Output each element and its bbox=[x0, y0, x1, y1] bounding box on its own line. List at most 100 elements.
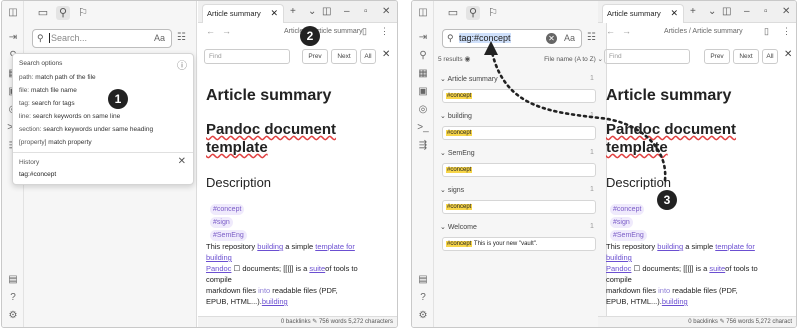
bookmark-icon[interactable]: ◎ bbox=[416, 103, 430, 117]
match-case-button[interactable]: Aa bbox=[564, 30, 575, 47]
daily-note-icon[interactable]: ▣ bbox=[416, 85, 430, 99]
option-property[interactable]: [property] match property bbox=[19, 139, 92, 146]
close-window-icon[interactable]: ✕ bbox=[382, 5, 390, 19]
settings-icon[interactable]: ⚙ bbox=[6, 309, 20, 323]
bookmarks-icon[interactable]: ⚐ bbox=[76, 6, 90, 20]
result-snippet[interactable]: #concept This is your new "vault". bbox=[442, 237, 596, 251]
find-all-button[interactable]: All bbox=[360, 49, 376, 64]
link[interactable]: template for bbox=[715, 242, 755, 251]
sort-dropdown[interactable]: File name (A to Z) ⌄ bbox=[544, 55, 603, 63]
link[interactable]: into bbox=[658, 286, 670, 295]
tab-article-summary[interactable]: Article summary ✕ bbox=[602, 4, 684, 23]
canvas-icon[interactable]: ▦ bbox=[416, 67, 430, 81]
match-case-button[interactable]: Aa bbox=[154, 30, 165, 47]
tag-concept[interactable]: #concept bbox=[210, 204, 245, 215]
graph-icon[interactable]: ⚲ bbox=[416, 49, 430, 63]
files-icon[interactable]: ▭ bbox=[446, 6, 460, 20]
template-icon[interactable]: ⇶ bbox=[416, 139, 430, 153]
find-prev-button[interactable]: Prev bbox=[704, 49, 730, 64]
option-line[interactable]: line: search keywords on same line bbox=[19, 113, 120, 120]
link[interactable]: building bbox=[262, 297, 288, 306]
link[interactable]: suite bbox=[709, 264, 725, 273]
reading-view-icon[interactable]: ▯ bbox=[764, 26, 769, 37]
clear-history-icon[interactable]: ✕ bbox=[178, 156, 186, 167]
settings-icon[interactable]: ⚙ bbox=[416, 309, 430, 323]
tag-semeng[interactable]: #SemEng bbox=[210, 230, 247, 241]
bookmarks-icon[interactable]: ⚐ bbox=[486, 6, 500, 20]
result-group[interactable]: ⌄ SemEng 1 bbox=[440, 149, 600, 157]
maximize-icon[interactable]: ▫ bbox=[364, 5, 368, 19]
vault-icon[interactable]: ▤ bbox=[416, 273, 430, 287]
new-tab-icon[interactable]: + bbox=[690, 5, 696, 19]
new-tab-icon[interactable]: + bbox=[290, 5, 296, 19]
result-group[interactable]: ⌄ Welcome 1 bbox=[440, 223, 600, 231]
close-find-icon[interactable]: ✕ bbox=[382, 49, 390, 60]
minimize-icon[interactable]: – bbox=[344, 5, 350, 19]
find-input[interactable]: Find bbox=[204, 49, 290, 64]
breadcrumb[interactable]: Articles / Article summary bbox=[284, 28, 363, 35]
link[interactable]: building bbox=[257, 242, 283, 251]
history-item[interactable]: tag:#concept bbox=[19, 171, 56, 178]
result-snippet[interactable]: #concept bbox=[442, 163, 596, 177]
tab-article-summary[interactable]: Article summary ✕ bbox=[202, 4, 284, 23]
search-icon[interactable]: ⚲ bbox=[56, 6, 70, 20]
maximize-icon[interactable]: ▫ bbox=[764, 5, 768, 19]
link[interactable]: building bbox=[606, 253, 632, 262]
option-section[interactable]: section: search keywords under same head… bbox=[19, 126, 153, 133]
help-icon[interactable]: ? bbox=[416, 291, 430, 305]
find-next-button[interactable]: Next bbox=[331, 49, 357, 64]
link[interactable]: into bbox=[258, 286, 270, 295]
sidebar-right-icon[interactable]: ◫ bbox=[722, 5, 731, 19]
open-quick-switcher-icon[interactable]: ⇥ bbox=[6, 31, 20, 45]
more-options-icon[interactable]: ⋮ bbox=[380, 26, 389, 37]
option-path[interactable]: path: match path of the file bbox=[19, 74, 96, 81]
open-quick-switcher-icon[interactable]: ⇥ bbox=[416, 31, 430, 45]
tag-sign[interactable]: #sign bbox=[610, 217, 633, 228]
more-options-icon[interactable]: ⋮ bbox=[782, 26, 791, 37]
help-icon[interactable]: ? bbox=[6, 291, 20, 305]
sidebar-toggle-icon[interactable]: ◫ bbox=[6, 6, 20, 20]
find-input[interactable]: Find bbox=[604, 49, 690, 64]
back-icon[interactable]: ← bbox=[206, 26, 215, 36]
link[interactable]: building bbox=[206, 253, 232, 262]
sidebar-right-icon[interactable]: ◫ bbox=[322, 5, 331, 19]
tag-sign[interactable]: #sign bbox=[210, 217, 233, 228]
files-icon[interactable]: ▭ bbox=[36, 6, 50, 20]
command-icon[interactable]: >_ bbox=[416, 121, 430, 135]
result-snippet[interactable]: #concept bbox=[442, 89, 596, 103]
link[interactable]: Pandoc bbox=[606, 264, 631, 273]
back-icon[interactable]: ← bbox=[606, 26, 615, 36]
close-tab-icon[interactable]: ✕ bbox=[270, 5, 278, 22]
result-group[interactable]: ⌄ Article summary 1 bbox=[440, 75, 600, 83]
find-all-button[interactable]: All bbox=[762, 49, 778, 64]
link[interactable]: building bbox=[662, 297, 688, 306]
vault-icon[interactable]: ▤ bbox=[6, 273, 20, 287]
result-snippet[interactable]: #concept bbox=[442, 200, 596, 214]
search-input[interactable]: ⚲ tag:#concept ✕ Aa bbox=[442, 29, 582, 48]
result-group[interactable]: ⌄ building 1 bbox=[440, 112, 600, 120]
search-settings-icon[interactable]: ☷ bbox=[177, 32, 186, 43]
info-icon[interactable]: ⓘ bbox=[177, 57, 187, 72]
link[interactable]: suite bbox=[309, 264, 325, 273]
link[interactable]: template for bbox=[315, 242, 355, 251]
tag-concept[interactable]: #concept bbox=[610, 204, 645, 215]
sidebar-toggle-icon[interactable]: ◫ bbox=[416, 6, 430, 20]
search-settings-icon[interactable]: ☷ bbox=[587, 32, 596, 43]
close-window-icon[interactable]: ✕ bbox=[782, 5, 790, 19]
link[interactable]: Pandoc bbox=[206, 264, 231, 273]
forward-icon[interactable]: → bbox=[222, 26, 231, 36]
chevron-down-icon[interactable]: ⌄ bbox=[708, 5, 716, 19]
clear-search-icon[interactable]: ✕ bbox=[546, 33, 557, 44]
search-icon[interactable]: ⚲ bbox=[466, 6, 480, 20]
close-tab-icon[interactable]: ✕ bbox=[670, 5, 678, 22]
tag-semeng[interactable]: #SemEng bbox=[610, 230, 647, 241]
result-snippet[interactable]: #concept bbox=[442, 126, 596, 140]
find-prev-button[interactable]: Prev bbox=[302, 49, 328, 64]
result-group[interactable]: ⌄ signs 1 bbox=[440, 186, 600, 194]
breadcrumb[interactable]: Articles / Article summary bbox=[664, 28, 743, 35]
option-tag[interactable]: tag: search for tags bbox=[19, 100, 75, 107]
option-file[interactable]: file: match file name bbox=[19, 87, 77, 94]
minimize-icon[interactable]: – bbox=[744, 5, 750, 19]
reading-view-icon[interactable]: ▯ bbox=[362, 26, 367, 37]
chevron-down-icon[interactable]: ⌄ bbox=[308, 5, 316, 19]
